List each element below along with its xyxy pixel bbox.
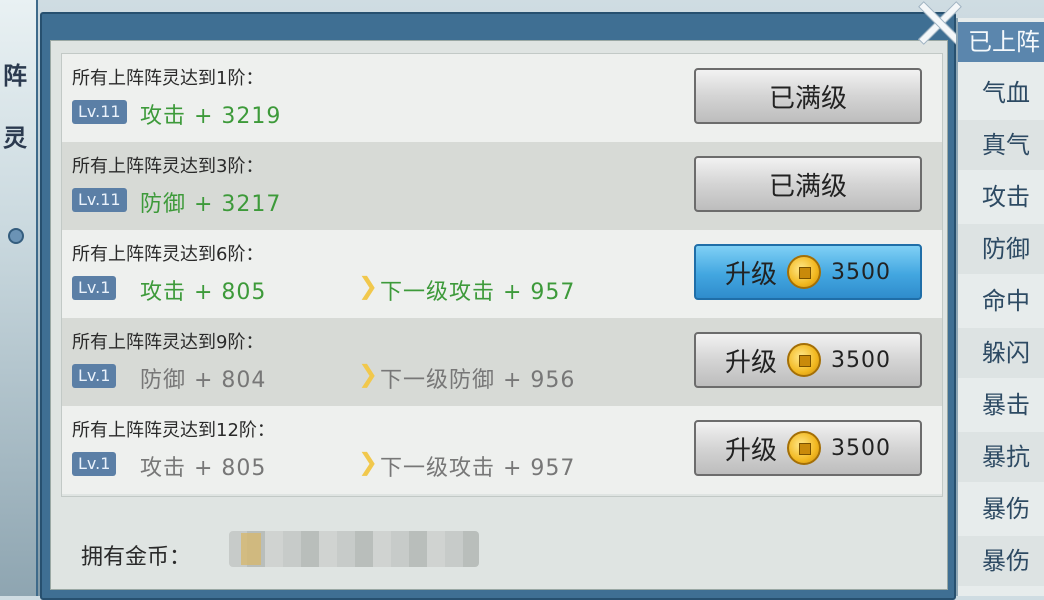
attribute-label: 气血 — [982, 79, 1030, 107]
upgrade-cost: 3500 — [831, 347, 891, 373]
button-label: 升级 — [724, 435, 777, 466]
upgrade-button[interactable]: 升级 3500 — [694, 244, 922, 300]
bonus-row-5: 所有上阵阵灵达到12阶： Lv.1 攻击 + 805 ❯ 下一级攻击 + 957… — [62, 406, 942, 494]
upgrade-cost: 3500 — [831, 259, 891, 285]
next-arrow-icon: ❯ — [358, 448, 379, 476]
current-stat: 攻击 + 805 — [140, 456, 267, 481]
attribute-label: 暴伤 — [958, 536, 1044, 586]
upgrade-cost: 3500 — [831, 435, 891, 461]
coin-icon — [787, 343, 821, 377]
attribute-label: 攻击 — [982, 183, 1030, 211]
strip-knob-icon — [8, 228, 24, 244]
current-stat: 防御 + 3217 — [140, 192, 282, 217]
button-label: 升级 — [724, 347, 777, 378]
bonus-row-1: 所有上阵阵灵达到1阶： Lv.11 攻击 + 3219 已满级 — [62, 54, 942, 142]
bonus-condition: 所有上阵阵灵达到1阶： — [72, 68, 264, 89]
attribute-label: 暴伤 — [982, 495, 1030, 523]
coin-icon — [241, 533, 261, 565]
attribute-label: 命中 — [982, 287, 1030, 315]
bonus-row-3: 所有上阵阵灵达到6阶： Lv.1 攻击 + 805 ❯ 下一级攻击 + 957 … — [62, 230, 942, 318]
bonus-condition: 所有上阵阵灵达到9阶： — [72, 332, 264, 353]
attribute-label: 防御 — [958, 224, 1044, 274]
button-label: 已满级 — [768, 171, 847, 202]
level-badge: Lv.11 — [72, 188, 127, 212]
level-badge: Lv.1 — [72, 364, 117, 388]
next-arrow-icon: ❯ — [358, 360, 379, 388]
side-tab-char-2: 灵 — [3, 124, 27, 152]
level-badge: Lv.11 — [72, 100, 127, 124]
button-label: 升级 — [724, 259, 777, 290]
upgrade-button[interactable]: 升级 3500 — [694, 420, 922, 476]
attribute-label: 暴抗 — [958, 432, 1044, 482]
upgrade-button[interactable]: 升级 3500 — [694, 332, 922, 388]
bonus-condition: 所有上阵阵灵达到3阶： — [72, 156, 264, 177]
attribute-label: 躲闪 — [958, 328, 1044, 378]
bonus-row-2: 所有上阵阵灵达到3阶： Lv.11 防御 + 3217 已满级 — [62, 142, 942, 230]
button-label: 已满级 — [768, 83, 847, 114]
coin-icon — [787, 431, 821, 465]
bonus-row-4: 所有上阵阵灵达到9阶： Lv.1 防御 + 804 ❯ 下一级防御 + 956 … — [62, 318, 942, 406]
current-stat: 攻击 + 805 — [140, 280, 267, 305]
level-badge: Lv.1 — [72, 452, 117, 476]
next-level-stat: 下一级防御 + 956 — [380, 368, 576, 393]
gold-amount-redacted — [229, 531, 479, 567]
attribute-panel: 已上阵 气血 真气 攻击 防御 命中 躲闪 暴击 暴抗 暴伤 暴伤 — [956, 18, 1044, 596]
current-stat: 攻击 + 3219 — [140, 104, 282, 129]
gold-label: 拥有金币： — [81, 545, 192, 570]
current-stat: 防御 + 804 — [140, 368, 267, 393]
next-arrow-icon: ❯ — [358, 272, 379, 300]
close-icon[interactable] — [916, 0, 962, 45]
attribute-label: 真气 — [958, 120, 1044, 170]
bonus-condition: 所有上阵阵灵达到6阶： — [72, 244, 264, 265]
next-level-stat: 下一级攻击 + 957 — [380, 280, 576, 305]
panel-content: 所有上阵阵灵达到1阶： Lv.11 攻击 + 3219 已满级 所有上阵阵灵达到… — [50, 40, 948, 590]
max-level-button[interactable]: 已满级 — [694, 156, 922, 212]
attribute-label: 暴击 — [982, 391, 1030, 419]
formation-bonus-panel: 所有上阵阵灵达到1阶： Lv.11 攻击 + 3219 已满级 所有上阵阵灵达到… — [40, 12, 956, 600]
bonus-condition: 所有上阵阵灵达到12阶： — [72, 420, 275, 441]
next-level-stat: 下一级攻击 + 957 — [380, 456, 576, 481]
side-tab-char-1: 阵 — [3, 62, 27, 90]
side-tab-strip[interactable]: 阵 灵 — [0, 0, 38, 596]
attribute-panel-header: 已上阵 — [958, 22, 1044, 62]
max-level-button[interactable]: 已满级 — [694, 68, 922, 124]
level-badge: Lv.1 — [72, 276, 117, 300]
coin-icon — [787, 255, 821, 289]
bonus-list: 所有上阵阵灵达到1阶： Lv.11 攻击 + 3219 已满级 所有上阵阵灵达到… — [61, 53, 943, 497]
